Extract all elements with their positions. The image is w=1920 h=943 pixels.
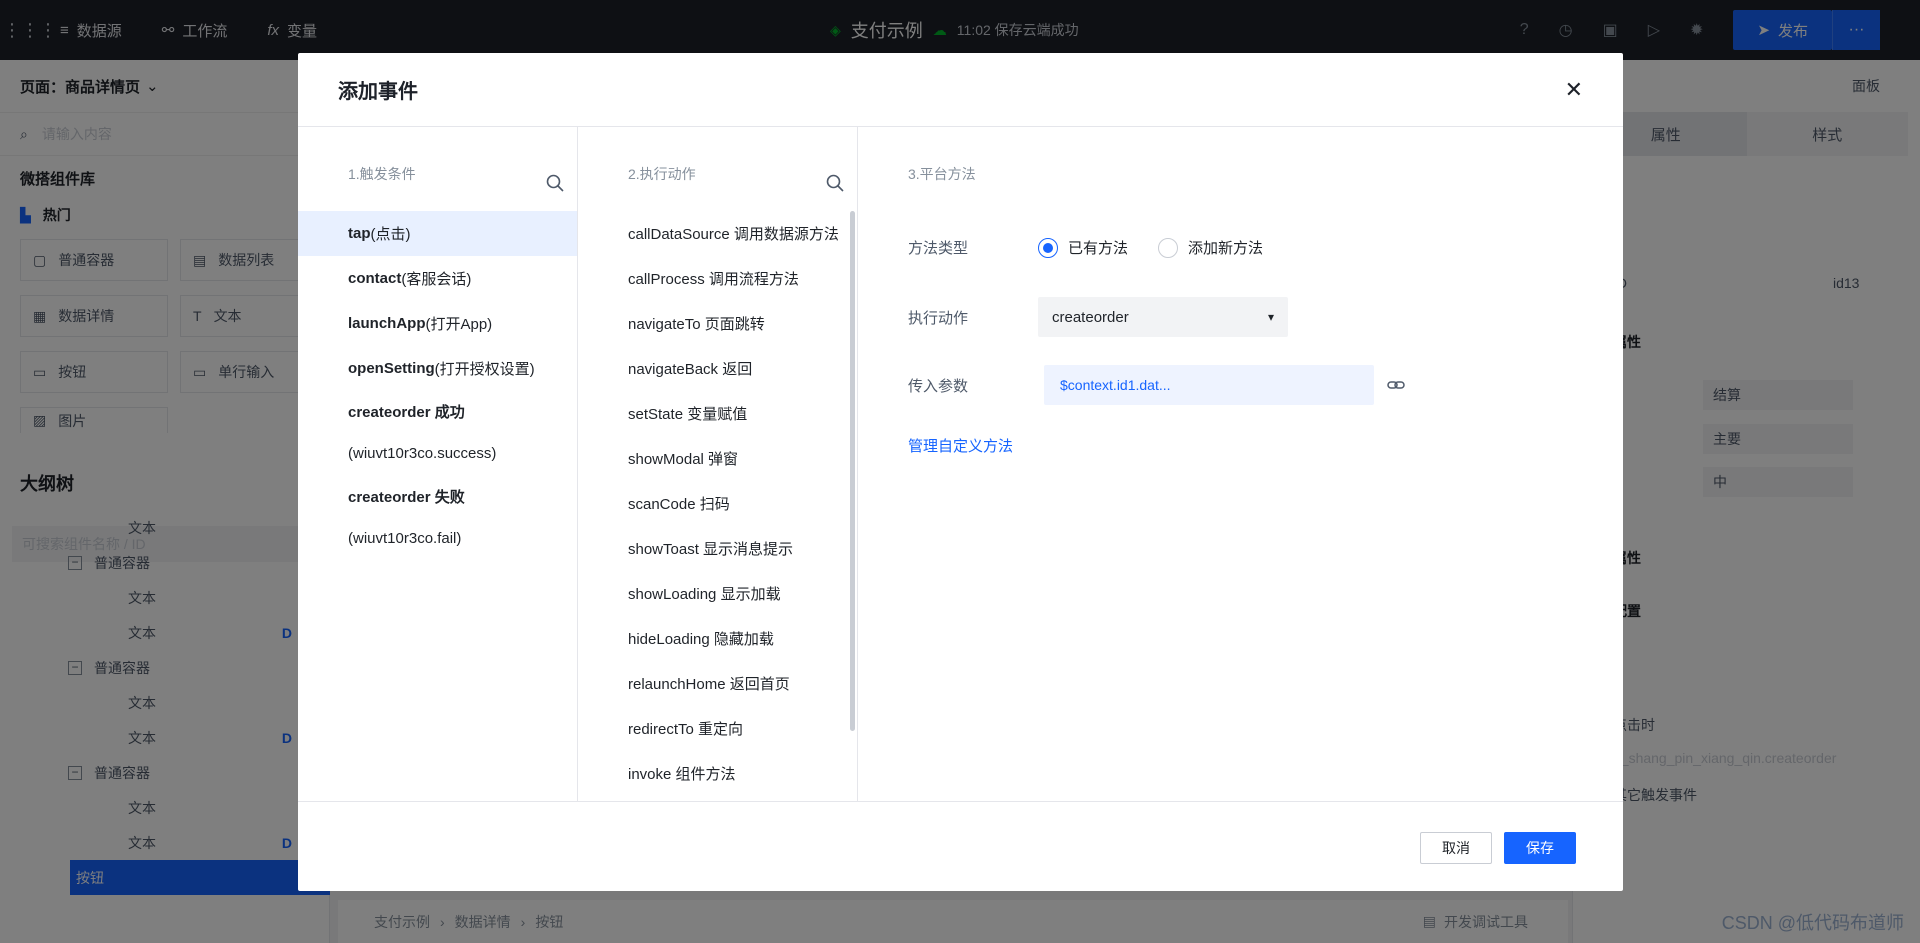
trigger-item[interactable]: tap (点击) <box>298 211 577 256</box>
trigger-item[interactable]: launchApp (打开App) <box>298 301 577 346</box>
trigger-item[interactable]: openSetting (打开授权设置) <box>298 346 577 391</box>
radio-new-method[interactable]: 添加新方法 <box>1158 237 1263 258</box>
param-input[interactable]: $context.id1.dat... <box>1044 365 1374 405</box>
dialog-body: 1.触发条件 tap (点击) contact (客服会话) launchApp (打开A… <box>298 127 1623 802</box>
action-column-header: 2.执行动作 <box>578 127 857 211</box>
param-row: 传入参数 $context.id1.dat... <box>908 365 1406 405</box>
action-item[interactable]: callProcess 调用流程方法 <box>578 256 857 301</box>
param-label: 传入参数 <box>908 377 969 395</box>
link-icon[interactable] <box>1386 375 1406 395</box>
action-list-scrollbar[interactable] <box>850 211 855 731</box>
trigger-column-header: 1.触发条件 <box>298 127 577 211</box>
watermark: CSDN @低代码布道师 <box>1721 913 1904 933</box>
action-item[interactable]: callDataSource 调用数据源方法 <box>578 211 857 256</box>
close-icon[interactable]: ✕ <box>1565 75 1583 105</box>
trigger-item[interactable]: createorder 成功 <box>298 391 577 431</box>
action-item[interactable]: invoke 组件方法 <box>578 751 857 796</box>
action-select-value: createorder <box>1052 308 1129 326</box>
action-item[interactable]: setState 变量赋值 <box>578 391 857 436</box>
trigger-desc: (打开App) <box>425 316 493 333</box>
action-label: 执行动作 <box>908 309 969 327</box>
action-list: callDataSource 调用数据源方法 callProcess 调用流程方法… <box>578 211 857 796</box>
trigger-desc: (打开授权设置) <box>434 361 535 378</box>
trigger-name: contact <box>348 270 402 287</box>
trigger-desc: (wiuvt10r3co.success) <box>348 445 497 462</box>
trigger-name: createorder 成功 <box>348 403 465 421</box>
search-icon[interactable] <box>825 173 845 193</box>
dialog-header: 添加事件 ✕ <box>298 53 1623 127</box>
trigger-item[interactable]: (wiuvt10r3co.fail) <box>298 516 577 561</box>
dialog-footer: 取消 保存 <box>298 802 1623 891</box>
trigger-list: tap (点击) contact (客服会话) launchApp (打开App) open… <box>298 211 577 561</box>
trigger-name: createorder 失败 <box>348 488 465 506</box>
trigger-item[interactable]: createorder 失败 <box>298 476 577 516</box>
trigger-item[interactable]: (wiuvt10r3co.success) <box>298 431 577 476</box>
method-type-row: 方法类型 已有方法 添加新方法 <box>908 237 1293 258</box>
trigger-name: openSetting <box>348 360 435 377</box>
action-item[interactable]: navigateBack 返回 <box>578 346 857 391</box>
trigger-name: launchApp <box>348 315 426 332</box>
action-item[interactable]: showLoading 显示加载 <box>578 571 857 616</box>
action-select[interactable]: createorder ▾ <box>1038 297 1288 337</box>
add-event-dialog: 添加事件 ✕ 1.触发条件 tap (点击) contact (客服会话) launch… <box>298 53 1623 891</box>
cancel-button[interactable]: 取消 <box>1420 832 1492 864</box>
action-item[interactable]: navigateTo 页面跳转 <box>578 301 857 346</box>
method-column-header: 3.平台方法 <box>908 166 976 182</box>
trigger-item[interactable]: contact (客服会话) <box>298 256 577 301</box>
action-item[interactable]: hideLoading 隐藏加载 <box>578 616 857 661</box>
action-item[interactable]: relaunchHome 返回首页 <box>578 661 857 706</box>
method-column: 3.平台方法 方法类型 已有方法 添加新方法 执行动作 createorder … <box>858 127 1623 802</box>
radio-circle-unchecked <box>1158 237 1179 258</box>
trigger-column: 1.触发条件 tap (点击) contact (客服会话) launchApp (打开A… <box>298 127 578 802</box>
action-column: 2.执行动作 callDataSource 调用数据源方法 callProcess… <box>578 127 858 802</box>
search-icon[interactable] <box>545 173 565 193</box>
action-item[interactable]: redirectTo 重定向 <box>578 706 857 751</box>
method-type-label: 方法类型 <box>908 240 969 257</box>
manage-custom-methods-link[interactable]: 管理自定义方法 <box>908 435 1013 456</box>
trigger-desc: (点击) <box>370 226 411 243</box>
chevron-down-icon: ▾ <box>1267 310 1274 324</box>
trigger-desc: (wiuvt10r3co.fail) <box>348 530 462 547</box>
trigger-desc: (客服会话) <box>401 271 472 288</box>
action-item[interactable]: showToast 显示消息提示 <box>578 526 857 571</box>
action-row: 执行动作 createorder ▾ <box>908 297 1288 337</box>
radio-circle-checked <box>1038 237 1058 258</box>
action-item[interactable]: showModal 弹窗 <box>578 436 857 481</box>
trigger-name: tap <box>348 225 371 242</box>
save-button[interactable]: 保存 <box>1504 832 1576 864</box>
dialog-title: 添加事件 <box>338 81 418 103</box>
action-item[interactable]: scanCode 扫码 <box>578 481 857 526</box>
radio-existing-method[interactable]: 已有方法 <box>1038 237 1128 258</box>
